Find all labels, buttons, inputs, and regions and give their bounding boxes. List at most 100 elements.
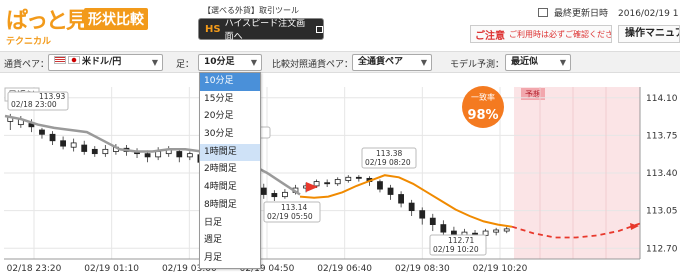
callout-time: 02/19 05:50 <box>267 212 313 221</box>
model-label: モデル予測： <box>450 60 505 70</box>
x-tick-label: 02/18 23:20 <box>7 264 62 274</box>
timeframe-option[interactable]: 4時間足 <box>200 179 260 197</box>
chart-area[interactable]: 予想 114.10 113.75 113.40 113.05 112.70 02/18 … <box>0 74 680 274</box>
match-rate-label: 一致率 <box>471 92 495 102</box>
header: ぱっと見 形状比較 テクニカル 【選べる外貨】取引ツール HS ハイスピード注文… <box>0 0 680 50</box>
candle <box>377 181 383 190</box>
control-bar: 通貨ペア： 米ドル/円 ▼ 足： 10分足 ▼ 比較対照通貨ペア： 全通貨ペア … <box>0 51 680 73</box>
y-tick-label: 114.10 <box>646 94 678 104</box>
candle <box>408 202 415 212</box>
callout-price: 113.14 <box>281 203 307 212</box>
calendar-icon <box>538 8 548 17</box>
candle <box>493 229 500 233</box>
update-label: 最終更新日時 <box>554 9 609 19</box>
compare-pair-value: 全通貨ペア <box>358 57 404 67</box>
high-speed-order-label: ハイスピード注文画面へ <box>224 19 306 42</box>
callout-2: 113.38 02/19 08:20 <box>361 147 417 169</box>
timeframe-option[interactable]: 2時間足 <box>200 161 260 179</box>
candle <box>429 217 436 225</box>
candle <box>503 228 510 232</box>
x-axis-ticks: 02/18 23:20 02/19 01:10 02/19 03:00 02/19 0… <box>7 264 528 274</box>
last-updated: 最終更新日時 2016/02/19 1 <box>538 6 678 19</box>
timeframe-dropdown[interactable]: 10分足 15分足 20分足 30分足 1時間足 2時間足 4時間足 8時間足 日足 週足 月足 <box>199 72 261 269</box>
currency-pair-select[interactable]: 米ドル/円 ▼ <box>48 54 163 71</box>
model-select[interactable]: 最近似 ▼ <box>505 54 571 71</box>
timeframe-select[interactable]: 10分足 ▼ <box>198 54 262 71</box>
timeframe-option[interactable]: 15分足 <box>200 91 260 109</box>
callout-price: 113.38 <box>376 149 402 158</box>
x-tick-label: 02/19 08:30 <box>395 264 450 274</box>
candle <box>440 224 447 233</box>
candle <box>186 153 193 158</box>
chevron-down-icon: ▼ <box>420 58 427 67</box>
currency-pair-value: 米ドル/円 <box>82 57 122 67</box>
timeframe-option[interactable]: 30分足 <box>200 126 260 144</box>
candle <box>345 176 352 181</box>
candlestick-chart[interactable]: 予想 114.10113.75113.40113.05112.70 02/18 … <box>0 74 680 274</box>
caution-button[interactable]: ご注意 ご利用時は必ずご確認ください <box>470 25 612 43</box>
y-tick-label: 113.75 <box>646 131 678 141</box>
candle <box>91 148 98 155</box>
current-position-marker-tail <box>307 185 312 189</box>
candle <box>49 133 56 142</box>
pair-label: 通貨ペア： <box>4 60 50 70</box>
x-tick-label: 02/19 01:10 <box>84 264 139 274</box>
candle <box>176 151 183 158</box>
callout-time: 02/19 08:20 <box>365 158 411 167</box>
x-tick-label: 02/19 10:20 <box>473 264 528 274</box>
update-date: 2016/02/19 1 <box>618 9 679 19</box>
candle <box>81 144 88 152</box>
candle <box>144 153 151 158</box>
app-logo[interactable]: ぱっと見 形状比較 テクニカル <box>4 3 169 47</box>
open-window-icon <box>315 25 323 33</box>
chevron-down-icon: ▼ <box>559 58 566 67</box>
callout-3: 113.14 02/19 05:50 <box>263 201 321 223</box>
model-value: 最近似 <box>511 57 539 67</box>
high-speed-order-button[interactable]: HS ハイスピード注文画面へ <box>198 18 324 42</box>
callout-time: 02/18 23:00 <box>11 100 57 109</box>
chevron-down-icon: ▼ <box>151 58 158 67</box>
candle <box>39 129 45 135</box>
y-axis-ticks: 114.10 113.75 113.40 113.05 112.70 <box>646 94 678 255</box>
timeframe-option[interactable]: 8時間足 <box>200 197 260 215</box>
candle <box>282 191 288 198</box>
manual-button[interactable]: 操作マニュア <box>618 25 680 43</box>
candle <box>355 176 362 179</box>
logo-main-text: ぱっと見 <box>6 9 88 34</box>
candle <box>70 142 77 148</box>
candle <box>155 151 162 158</box>
hs-icon: HS <box>205 23 221 35</box>
candle <box>387 187 394 195</box>
match-rate-value: 98% <box>467 108 498 123</box>
candle <box>419 210 426 219</box>
nearest-pattern-line <box>299 174 513 228</box>
x-tick-label: 02/19 06:40 <box>317 264 372 274</box>
chevron-down-icon: ▼ <box>250 58 257 67</box>
tool-label: 【選べる外貨】取引ツール <box>203 6 299 15</box>
callout-time: 02/19 10:20 <box>433 245 479 254</box>
candle <box>334 179 341 185</box>
jp-flag-icon <box>68 56 80 64</box>
candle <box>60 140 66 147</box>
caution-title: ご注意 <box>475 30 505 42</box>
timeframe-option[interactable]: 週足 <box>200 232 260 250</box>
timeframe-option[interactable]: 1時間足 <box>200 143 260 162</box>
timeframe-option[interactable]: 月足 <box>200 250 260 268</box>
compare-pair-select[interactable]: 全通貨ペア ▼ <box>352 54 432 71</box>
compare-label: 比較対照通貨ペア： <box>272 60 354 70</box>
logo-tech-text: テクニカル <box>6 37 52 47</box>
callout-4: 112.71 02/19 10:20 <box>429 234 487 256</box>
timeframe-option[interactable]: 20分足 <box>200 108 260 126</box>
caution-text: ご利用時は必ずご確認ください <box>509 29 612 39</box>
candle <box>324 182 331 185</box>
timeframe-option[interactable]: 日足 <box>200 215 260 233</box>
timeframe-value: 10分足 <box>204 57 235 67</box>
candle <box>260 187 267 195</box>
candle <box>102 148 109 155</box>
y-tick-label: 113.05 <box>646 207 678 217</box>
foot-label: 足： <box>176 60 195 70</box>
match-rate-badge: 一致率 98% <box>462 86 504 128</box>
logo-sub-text: 形状比較 <box>84 8 148 30</box>
y-tick-label: 112.70 <box>646 244 678 254</box>
timeframe-option[interactable]: 10分足 <box>200 73 260 91</box>
